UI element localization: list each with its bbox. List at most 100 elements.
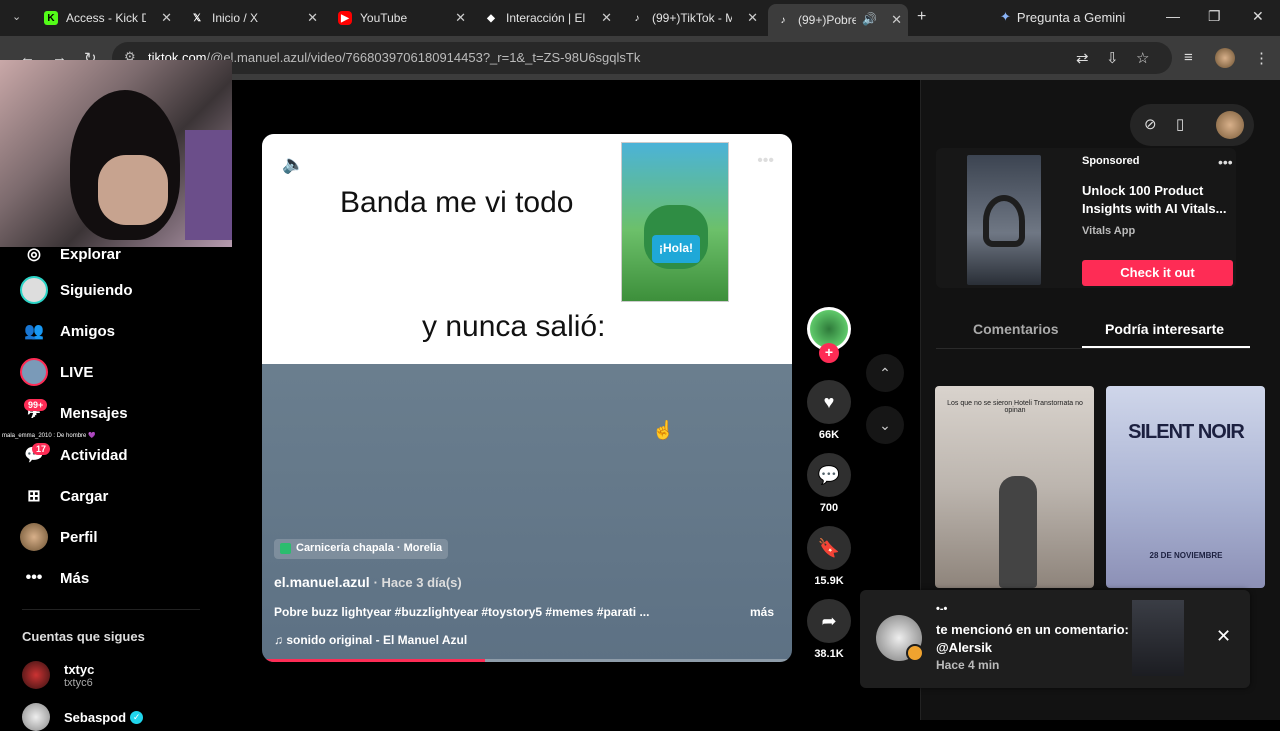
gemini-button[interactable]: ✦ Pregunta a Gemini [1000,9,1125,25]
location-label: Carnicería chapala · Morelia [296,542,443,554]
profile-avatar-icon [20,523,48,551]
tab-comentarios[interactable]: Comentarios [973,321,1059,337]
tab-title: Access - Kick Da [66,11,146,25]
media-control-icon[interactable]: ≡ [1184,49,1193,66]
new-tab-icon[interactable]: + [917,8,926,26]
kick-icon: K [44,11,58,25]
stream-chat-overlay: mala_emma_2010 : De hombre 💜 [2,433,96,439]
like-button[interactable]: ♥ 66K [807,380,851,441]
translate-icon[interactable]: ⇄ [1076,49,1089,67]
live-avatar-icon [20,358,48,386]
location-icon [280,543,291,554]
account-name: Sebaspod [64,709,127,725]
sponsored-ad[interactable]: Sponsored ••• Unlock 100 Product Insight… [936,148,1236,288]
sidebar-item-label: Actividad [60,446,128,464]
close-tab-icon[interactable]: ✕ [747,10,758,26]
speaker-icon[interactable]: 🔊 [862,12,877,26]
previous-video-button[interactable]: ⌃ [866,354,904,392]
author-name[interactable]: el.manuel.azul [274,574,370,590]
ad-cta-button[interactable]: Check it out [1082,260,1233,286]
follow-plus-icon[interactable]: + [819,343,839,363]
close-tab-icon[interactable]: ✕ [891,12,902,28]
description-more-button[interactable]: más [750,605,774,619]
comment-button[interactable]: 💬 700 [807,453,851,514]
close-tab-icon[interactable]: ✕ [455,10,466,26]
video-more-icon[interactable]: ••• [757,152,774,170]
tab-search-icon[interactable]: ⌄ [12,10,21,23]
tab-tiktok-active[interactable]: ♪ (99+)Pobre 🔊 ✕ [768,4,908,36]
chevron-up-icon: ⌃ [879,364,891,381]
share-button[interactable]: ➦ 38.1K [807,599,851,660]
sidebar-item-perfil[interactable]: Perfil [20,523,98,551]
chevron-down-icon: ⌄ [879,416,891,433]
meme-caption-area: Banda me vi todo y nunca salió: ¡Hola! [262,134,792,364]
browser-menu-icon[interactable]: ⋮ [1254,49,1269,67]
bookmark-star-icon[interactable]: ☆ [1136,49,1149,67]
following-avatar-icon [20,276,48,304]
tab-kick[interactable]: K Access - Kick Da ✕ [36,5,178,31]
suggested-video-thumbnail[interactable]: Los que no se sieron Hoteli Transtornata… [935,386,1094,588]
close-tab-icon[interactable]: ✕ [161,10,172,26]
sidebar-item-amigos[interactable]: 👥 Amigos [20,317,115,345]
tab-interaccion[interactable]: ◆ Interacción | El c ✕ [476,5,618,31]
tab-tiktok[interactable]: ♪ (99+)TikTok - M ✕ [622,5,764,31]
like-count: 66K [818,429,840,441]
following-account[interactable]: Sebaspod ✓ [22,703,144,731]
account-name: txtyc [64,661,95,677]
location-tag[interactable]: Carnicería chapala · Morelia [274,539,449,559]
tab-x[interactable]: 𝕏 Inicio / X ✕ [182,5,324,31]
user-avatar[interactable] [1216,111,1244,139]
post-time: · Hace 3 día(s) [373,575,462,590]
generic-site-icon: ◆ [487,12,495,24]
tab-divider [936,348,1250,349]
next-video-button[interactable]: ⌄ [866,406,904,444]
suggested-video-thumbnail[interactable]: SILENT NOIR 28 DE NOVIEMBRE [1106,386,1265,588]
sidebar-item-label: Cargar [60,487,109,505]
close-icon[interactable]: ✕ [1216,626,1231,647]
video-progress-bar[interactable] [262,659,792,662]
browser-tab-strip: ⌄ K Access - Kick Da ✕ 𝕏 Inicio / X ✕ ▶ … [0,0,1280,36]
url-input[interactable]: ⚙ tiktok.com/@el.manuel.azul/video/76680… [112,42,1172,74]
tab-title: (99+)Pobre [798,13,856,27]
thumbnail-date: 28 DE NOVIEMBRE [1149,551,1223,560]
mention-notification[interactable]: •-• te mencionó en un comentario: @Alers… [860,590,1250,688]
install-icon[interactable]: ⇩ [1106,49,1119,67]
movie-poster-image: ¡Hola! [621,142,729,302]
close-tab-icon[interactable]: ✕ [601,10,612,26]
notification-thumbnail [1132,600,1184,676]
minimize-icon[interactable]: — [1166,8,1180,24]
video-player[interactable]: Banda me vi todo y nunca salió: ¡Hola! 🔈… [262,134,792,662]
profile-avatar[interactable] [1215,48,1235,68]
person-figure [999,476,1037,588]
close-window-icon[interactable]: ✕ [1252,8,1264,25]
active-tab-indicator [1082,346,1250,348]
coins-icon[interactable]: ⊘ [1144,115,1157,133]
sidebar-item-label: Perfil [60,528,98,546]
messages-badge: 99+ [24,399,48,411]
sound-link[interactable]: ♫ sonido original - El Manuel Azul [274,633,467,647]
ad-more-icon[interactable]: ••• [1218,154,1233,170]
avatar [22,661,50,689]
sidebar-item-mas[interactable]: ••• Más [20,564,90,592]
volume-icon[interactable]: 🔈 [282,154,304,175]
close-tab-icon[interactable]: ✕ [307,10,318,26]
sidebar-item-siguiendo[interactable]: Siguiendo [20,276,133,304]
verified-icon: ✓ [130,710,144,724]
activity-badge: 17 [32,443,51,455]
tab-youtube[interactable]: ▶ YouTube ✕ [330,5,472,31]
device-icon[interactable]: ▯ [1176,115,1184,133]
tab-podria-interesarte[interactable]: Podría interesarte [1105,321,1224,337]
save-button[interactable]: 🔖 15.9K [807,526,851,587]
sidebar: ◎ Explorar Siguiendo 👥 Amigos LIVE ✈ Men… [0,246,232,731]
maximize-icon[interactable]: ❐ [1208,8,1221,25]
following-account[interactable]: txtyc txtyc6 [22,661,94,689]
bookmark-icon: 🔖 [807,526,851,570]
sidebar-divider [22,609,200,610]
x-icon: 𝕏 [192,12,202,24]
sidebar-item-live[interactable]: LIVE [20,358,93,386]
thumbnail-title: SILENT NOIR [1128,421,1245,443]
ad-title: Unlock 100 Product Insights with AI Vita… [1082,183,1227,216]
sidebar-item-cargar[interactable]: ⊞ Cargar [20,482,108,510]
webcam-overlay [0,60,232,247]
tab-title: Inicio / X [212,11,259,25]
